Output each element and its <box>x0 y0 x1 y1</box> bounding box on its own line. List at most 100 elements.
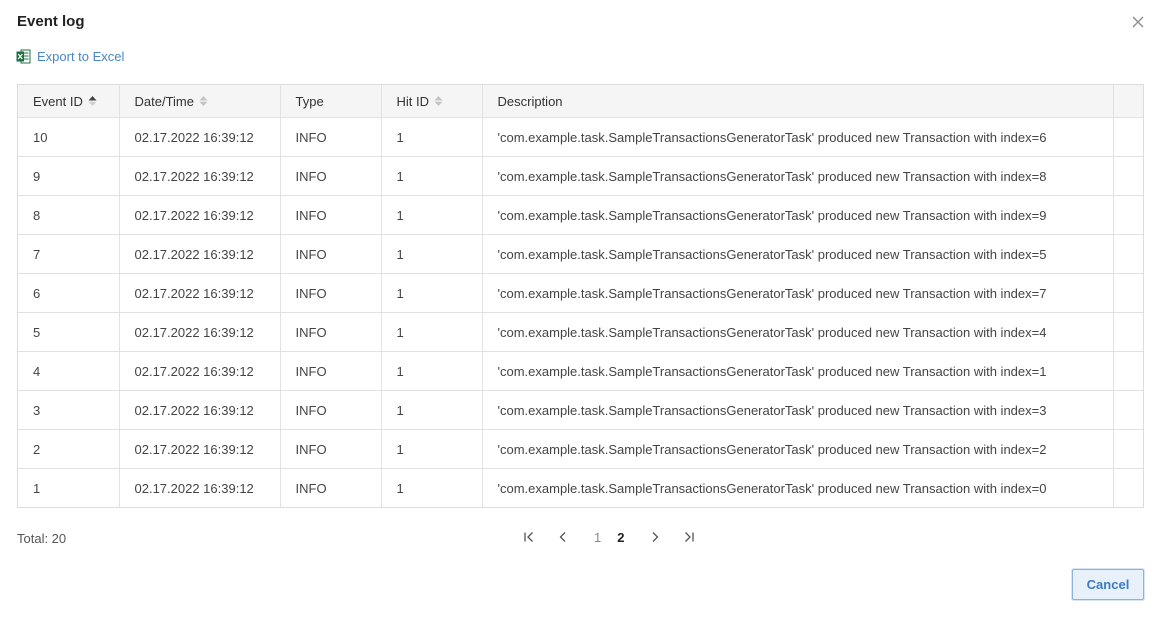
cell-spacer <box>1113 234 1143 274</box>
table-row[interactable]: 4 02.17.2022 16:39:12 INFO 1 'com.exampl… <box>18 351 1143 391</box>
sort-icon <box>199 95 208 107</box>
cell-hit-id: 1 <box>381 156 483 196</box>
cell-event-id: 2 <box>18 429 120 469</box>
cell-event-id: 7 <box>18 234 120 274</box>
cell-type: INFO <box>280 117 382 157</box>
excel-icon <box>16 49 31 64</box>
table-row[interactable]: 3 02.17.2022 16:39:12 INFO 1 'com.exampl… <box>18 390 1143 430</box>
cell-description: 'com.example.task.SampleTransactionsGene… <box>482 156 1114 196</box>
cell-event-id: 4 <box>18 351 120 391</box>
sort-icon <box>434 95 443 107</box>
cell-spacer <box>1113 195 1143 235</box>
pagination: 1 2 <box>518 526 712 548</box>
column-label: Type <box>295 93 324 109</box>
cell-type: INFO <box>280 351 382 391</box>
table-row[interactable]: 5 02.17.2022 16:39:12 INFO 1 'com.exampl… <box>18 312 1143 352</box>
column-header-event-id[interactable]: Event ID <box>18 85 120 118</box>
cell-type: INFO <box>280 312 382 352</box>
table-row[interactable]: 2 02.17.2022 16:39:12 INFO 1 'com.exampl… <box>18 429 1143 469</box>
close-icon[interactable] <box>1130 14 1146 30</box>
cell-hit-id: 1 <box>381 468 483 507</box>
cell-datetime: 02.17.2022 16:39:12 <box>119 117 281 157</box>
cell-spacer <box>1113 390 1143 430</box>
cell-type: INFO <box>280 429 382 469</box>
cell-datetime: 02.17.2022 16:39:12 <box>119 312 281 352</box>
column-label: Event ID <box>33 93 83 109</box>
table-row[interactable]: 1 02.17.2022 16:39:12 INFO 1 'com.exampl… <box>18 468 1143 508</box>
table-header-row: Event ID Date/Time Type Hit ID Descripti… <box>18 85 1143 118</box>
column-header-datetime[interactable]: Date/Time <box>119 85 281 118</box>
cell-spacer <box>1113 117 1143 157</box>
column-label: Hit ID <box>396 93 430 109</box>
cell-datetime: 02.17.2022 16:39:12 <box>119 351 281 391</box>
table-row[interactable]: 6 02.17.2022 16:39:12 INFO 1 'com.exampl… <box>18 273 1143 313</box>
cell-event-id: 6 <box>18 273 120 313</box>
first-page-icon[interactable] <box>518 526 540 548</box>
cell-event-id: 1 <box>18 468 120 507</box>
cell-datetime: 02.17.2022 16:39:12 <box>119 429 281 469</box>
column-header-hit-id[interactable]: Hit ID <box>381 85 483 118</box>
cell-spacer <box>1113 312 1143 352</box>
cell-description: 'com.example.task.SampleTransactionsGene… <box>482 273 1114 313</box>
dialog-title: Event log <box>17 13 85 30</box>
column-header-spacer <box>1113 85 1143 118</box>
cell-spacer <box>1113 273 1143 313</box>
cell-datetime: 02.17.2022 16:39:12 <box>119 468 281 507</box>
page-button-2[interactable]: 2 <box>617 530 624 545</box>
cell-description: 'com.example.task.SampleTransactionsGene… <box>482 468 1114 507</box>
table-row[interactable]: 9 02.17.2022 16:39:12 INFO 1 'com.exampl… <box>18 156 1143 196</box>
total-count: Total: 20 <box>17 531 67 546</box>
cell-event-id: 8 <box>18 195 120 235</box>
cell-type: INFO <box>280 234 382 274</box>
cell-description: 'com.example.task.SampleTransactionsGene… <box>482 195 1114 235</box>
table-row[interactable]: 10 02.17.2022 16:39:12 INFO 1 'com.examp… <box>18 117 1143 157</box>
cell-event-id: 10 <box>18 117 120 157</box>
cell-type: INFO <box>280 390 382 430</box>
sort-ascending-icon <box>88 95 97 107</box>
table-row[interactable]: 8 02.17.2022 16:39:12 INFO 1 'com.exampl… <box>18 195 1143 235</box>
cell-event-id: 9 <box>18 156 120 196</box>
event-log-table: Event ID Date/Time Type Hit ID Descripti… <box>17 84 1144 508</box>
cancel-button[interactable]: Cancel <box>1072 569 1144 600</box>
cell-spacer <box>1113 429 1143 469</box>
cell-hit-id: 1 <box>381 390 483 430</box>
cell-event-id: 5 <box>18 312 120 352</box>
cell-description: 'com.example.task.SampleTransactionsGene… <box>482 351 1114 391</box>
column-label: Date/Time <box>134 93 194 109</box>
cell-hit-id: 1 <box>381 351 483 391</box>
cell-datetime: 02.17.2022 16:39:12 <box>119 234 281 274</box>
cell-datetime: 02.17.2022 16:39:12 <box>119 195 281 235</box>
export-to-excel-link[interactable]: Export to Excel <box>16 49 124 64</box>
column-header-type: Type <box>280 85 382 118</box>
table-row[interactable]: 7 02.17.2022 16:39:12 INFO 1 'com.exampl… <box>18 234 1143 274</box>
last-page-icon[interactable] <box>678 526 700 548</box>
cell-datetime: 02.17.2022 16:39:12 <box>119 273 281 313</box>
cell-spacer <box>1113 469 1143 508</box>
event-log-dialog: Event log Export to Excel Event ID Date/… <box>0 0 1160 634</box>
cell-type: INFO <box>280 195 382 235</box>
cell-hit-id: 1 <box>381 117 483 157</box>
cell-description: 'com.example.task.SampleTransactionsGene… <box>482 312 1114 352</box>
page-button-1[interactable]: 1 <box>594 530 601 545</box>
cell-hit-id: 1 <box>381 429 483 469</box>
cell-hit-id: 1 <box>381 273 483 313</box>
column-label: Description <box>497 93 563 109</box>
export-to-excel-label: Export to Excel <box>37 49 125 64</box>
cell-hit-id: 1 <box>381 234 483 274</box>
cell-event-id: 3 <box>18 390 120 430</box>
cell-type: INFO <box>280 468 382 507</box>
cell-hit-id: 1 <box>381 312 483 352</box>
cell-hit-id: 1 <box>381 195 483 235</box>
cell-description: 'com.example.task.SampleTransactionsGene… <box>482 234 1114 274</box>
cell-spacer <box>1113 156 1143 196</box>
cell-description: 'com.example.task.SampleTransactionsGene… <box>482 429 1114 469</box>
cell-datetime: 02.17.2022 16:39:12 <box>119 156 281 196</box>
cell-description: 'com.example.task.SampleTransactionsGene… <box>482 117 1114 157</box>
column-header-description: Description <box>482 85 1114 118</box>
next-page-icon[interactable] <box>644 526 666 548</box>
cell-type: INFO <box>280 273 382 313</box>
cell-description: 'com.example.task.SampleTransactionsGene… <box>482 390 1114 430</box>
cell-spacer <box>1113 351 1143 391</box>
prev-page-icon[interactable] <box>552 526 574 548</box>
cell-type: INFO <box>280 156 382 196</box>
